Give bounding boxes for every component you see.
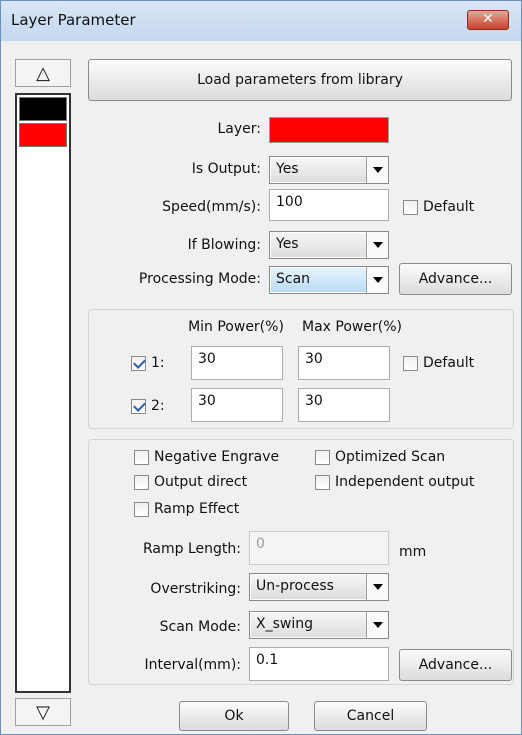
dialog-title: Layer Parameter	[11, 11, 136, 29]
power-row1-checkbox[interactable]: 1:	[131, 355, 165, 371]
cancel-button[interactable]: Cancel	[314, 701, 427, 731]
ramp-unit-label: mm	[399, 544, 427, 560]
checkbox-box	[315, 449, 330, 465]
speed-default-label: Default	[423, 199, 475, 215]
power-default-checkbox[interactable]: Default	[403, 355, 474, 371]
scan-advance-button[interactable]: Advance...	[399, 649, 512, 681]
is-output-label: Is Output:	[191, 161, 261, 177]
min-power-header: Min Power(%)	[188, 319, 284, 335]
dropdown-arrow-icon	[366, 612, 388, 638]
power-row2-min-input[interactable]: 30	[191, 388, 283, 422]
output-direct-checkbox[interactable]: Output direct	[134, 474, 247, 490]
checkbox-box	[134, 501, 149, 517]
power-default-label: Default	[423, 355, 475, 371]
is-output-value: Yes	[271, 158, 366, 182]
independent-output-checkbox[interactable]: Independent output	[315, 474, 474, 490]
layer-color-swatch[interactable]	[269, 117, 389, 143]
overstriking-value: Un-process	[251, 575, 366, 599]
checkbox-box	[134, 449, 149, 465]
ok-button[interactable]: Ok	[179, 701, 289, 731]
power-row2-label: 2:	[151, 398, 165, 414]
speed-default-checkbox[interactable]: Default	[403, 199, 474, 215]
scan-mode-select[interactable]: X_swing	[249, 611, 389, 639]
close-button[interactable]: ✕	[467, 10, 509, 30]
title-bar: Layer Parameter ✕	[1, 1, 521, 41]
checkbox-box	[134, 474, 149, 490]
processing-advance-button[interactable]: Advance...	[399, 263, 512, 295]
processing-mode-label: Processing Mode:	[138, 271, 261, 287]
optimized-scan-label: Optimized Scan	[335, 449, 446, 465]
speed-input[interactable]: 100	[269, 189, 389, 221]
scan-mode-label: Scan Mode:	[159, 619, 241, 635]
speed-label: Speed(mm/s):	[162, 199, 261, 215]
layer-color-list[interactable]	[15, 93, 71, 693]
if-blowing-value: Yes	[271, 233, 366, 257]
triangle-up-icon: △	[36, 62, 50, 84]
power-row1-label: 1:	[151, 355, 165, 371]
output-direct-label: Output direct	[154, 474, 248, 490]
load-library-button[interactable]: Load parameters from library	[88, 59, 512, 101]
triangle-down-icon: ▽	[36, 701, 50, 723]
overstriking-label: Overstriking:	[150, 581, 241, 597]
independent-output-label: Independent output	[335, 474, 475, 490]
power-row2-checkbox[interactable]: 2:	[131, 398, 165, 414]
dropdown-arrow-icon	[366, 232, 388, 258]
checkbox-box	[131, 398, 146, 414]
power-row2-max-input[interactable]: 30	[298, 388, 390, 422]
power-row1-min-input[interactable]: 30	[191, 346, 283, 380]
ramp-effect-checkbox[interactable]: Ramp Effect	[134, 501, 239, 517]
close-icon: ✕	[482, 11, 494, 27]
processing-mode-select[interactable]: Scan	[269, 266, 389, 294]
if-blowing-label: If Blowing:	[187, 237, 261, 253]
checkbox-box	[403, 355, 418, 371]
scroll-down-button[interactable]: ▽	[15, 698, 71, 726]
is-output-select[interactable]: Yes	[269, 156, 389, 184]
ramp-length-input[interactable]: 0	[249, 531, 389, 565]
interval-input[interactable]: 0.1	[249, 647, 389, 681]
layer-list: △ ▽	[15, 59, 71, 727]
layer-swatch-red[interactable]	[19, 123, 67, 147]
checkbox-box	[131, 355, 146, 371]
dropdown-arrow-icon	[366, 574, 388, 600]
processing-mode-value: Scan	[271, 268, 366, 292]
negative-engrave-checkbox[interactable]: Negative Engrave	[134, 449, 279, 465]
scroll-up-button[interactable]: △	[15, 59, 71, 87]
scan-mode-value: X_swing	[251, 613, 366, 637]
dropdown-arrow-icon	[366, 157, 388, 183]
interval-label: Interval(mm):	[144, 657, 241, 673]
optimized-scan-checkbox[interactable]: Optimized Scan	[315, 449, 445, 465]
layer-parameter-dialog: Layer Parameter ✕ △ ▽ Load parameters fr…	[0, 0, 522, 735]
negative-engrave-label: Negative Engrave	[154, 449, 280, 465]
ramp-effect-label: Ramp Effect	[154, 501, 240, 517]
ramp-length-label: Ramp Length:	[143, 541, 241, 557]
max-power-header: Max Power(%)	[302, 319, 402, 335]
if-blowing-select[interactable]: Yes	[269, 231, 389, 259]
checkbox-box	[315, 474, 330, 490]
layer-swatch-black[interactable]	[19, 97, 67, 121]
checkbox-box	[403, 199, 418, 215]
overstriking-select[interactable]: Un-process	[249, 573, 389, 601]
dropdown-arrow-icon	[366, 267, 388, 293]
layer-label: Layer:	[217, 121, 261, 137]
power-row1-max-input[interactable]: 30	[298, 346, 390, 380]
